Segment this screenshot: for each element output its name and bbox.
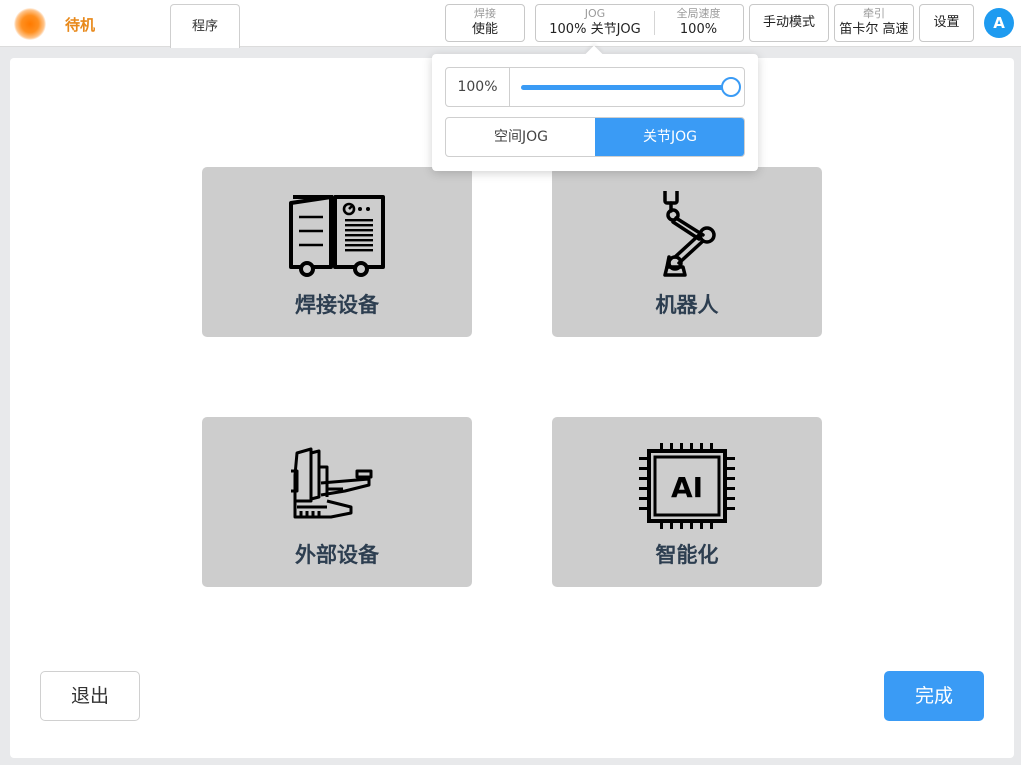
global-speed-button[interactable]: 全局速度 100%	[654, 5, 743, 41]
slider-thumb[interactable]	[721, 77, 741, 97]
done-button[interactable]: 完成	[884, 671, 984, 721]
jog-speed-group: JOG 100% 关节JOG 全局速度 100%	[535, 4, 744, 42]
exit-button[interactable]: 退出	[40, 671, 140, 721]
card-label: 外部设备	[295, 543, 379, 567]
card-external-devices[interactable]: 外部设备	[202, 417, 472, 587]
slider-fill	[521, 85, 731, 90]
jog-button[interactable]: JOG 100% 关节JOG	[536, 5, 654, 41]
positioner-icon	[291, 447, 373, 519]
status-text: 待机	[65, 16, 96, 34]
mode-joint-jog[interactable]: 关节JOG	[595, 118, 744, 156]
status-indicator-icon	[14, 8, 46, 40]
popup-caret	[585, 45, 603, 63]
jog-speed-row: 100%	[445, 67, 745, 107]
jog-popup: 100% 空间JOG 关节JOG	[432, 45, 758, 171]
ai-chip-text: AI	[671, 471, 703, 504]
card-label: 机器人	[655, 293, 719, 317]
jog-speed-slider[interactable]	[521, 77, 741, 97]
card-robot[interactable]: 机器人	[552, 167, 822, 337]
global-speed-caption: 全局速度	[676, 7, 721, 20]
ai-chip-icon: AI	[639, 443, 735, 529]
mode-space-jog[interactable]: 空间JOG	[446, 118, 596, 156]
avatar[interactable]: A	[984, 8, 1014, 38]
jog-speed-value: 100%	[446, 68, 510, 106]
card-label: 焊接设备	[295, 293, 379, 317]
traction-caption: 牵引	[863, 7, 885, 20]
card-intelligence[interactable]: AI 智能化	[552, 417, 822, 587]
jog-caption: JOG	[584, 7, 606, 20]
settings-button[interactable]: 设置	[919, 4, 974, 42]
weld-toggle-button[interactable]: 焊接 使能	[445, 4, 525, 42]
card-label: 智能化	[655, 543, 719, 567]
jog-mode-toggle: 空间JOG 关节JOG	[445, 117, 745, 157]
weld-value: 使能	[471, 22, 498, 37]
traction-value: 笛卡尔 高速	[839, 22, 909, 37]
global-speed-value: 100%	[679, 22, 718, 37]
jog-value: 100% 关节JOG	[549, 22, 641, 37]
robot-arm-icon	[663, 191, 716, 277]
manual-mode-button[interactable]: 手动模式	[749, 4, 829, 42]
card-welding-equipment[interactable]: 焊接设备	[202, 167, 472, 337]
traction-button[interactable]: 牵引 笛卡尔 高速	[834, 4, 914, 42]
top-bar: 待机 程序 焊接 使能 JOG 100% 关节JOG 全局速度 100% 手动模…	[0, 0, 1021, 48]
welding-machine-icon	[289, 195, 385, 277]
tab-program[interactable]: 程序	[170, 4, 240, 48]
weld-caption: 焊接	[474, 7, 496, 20]
